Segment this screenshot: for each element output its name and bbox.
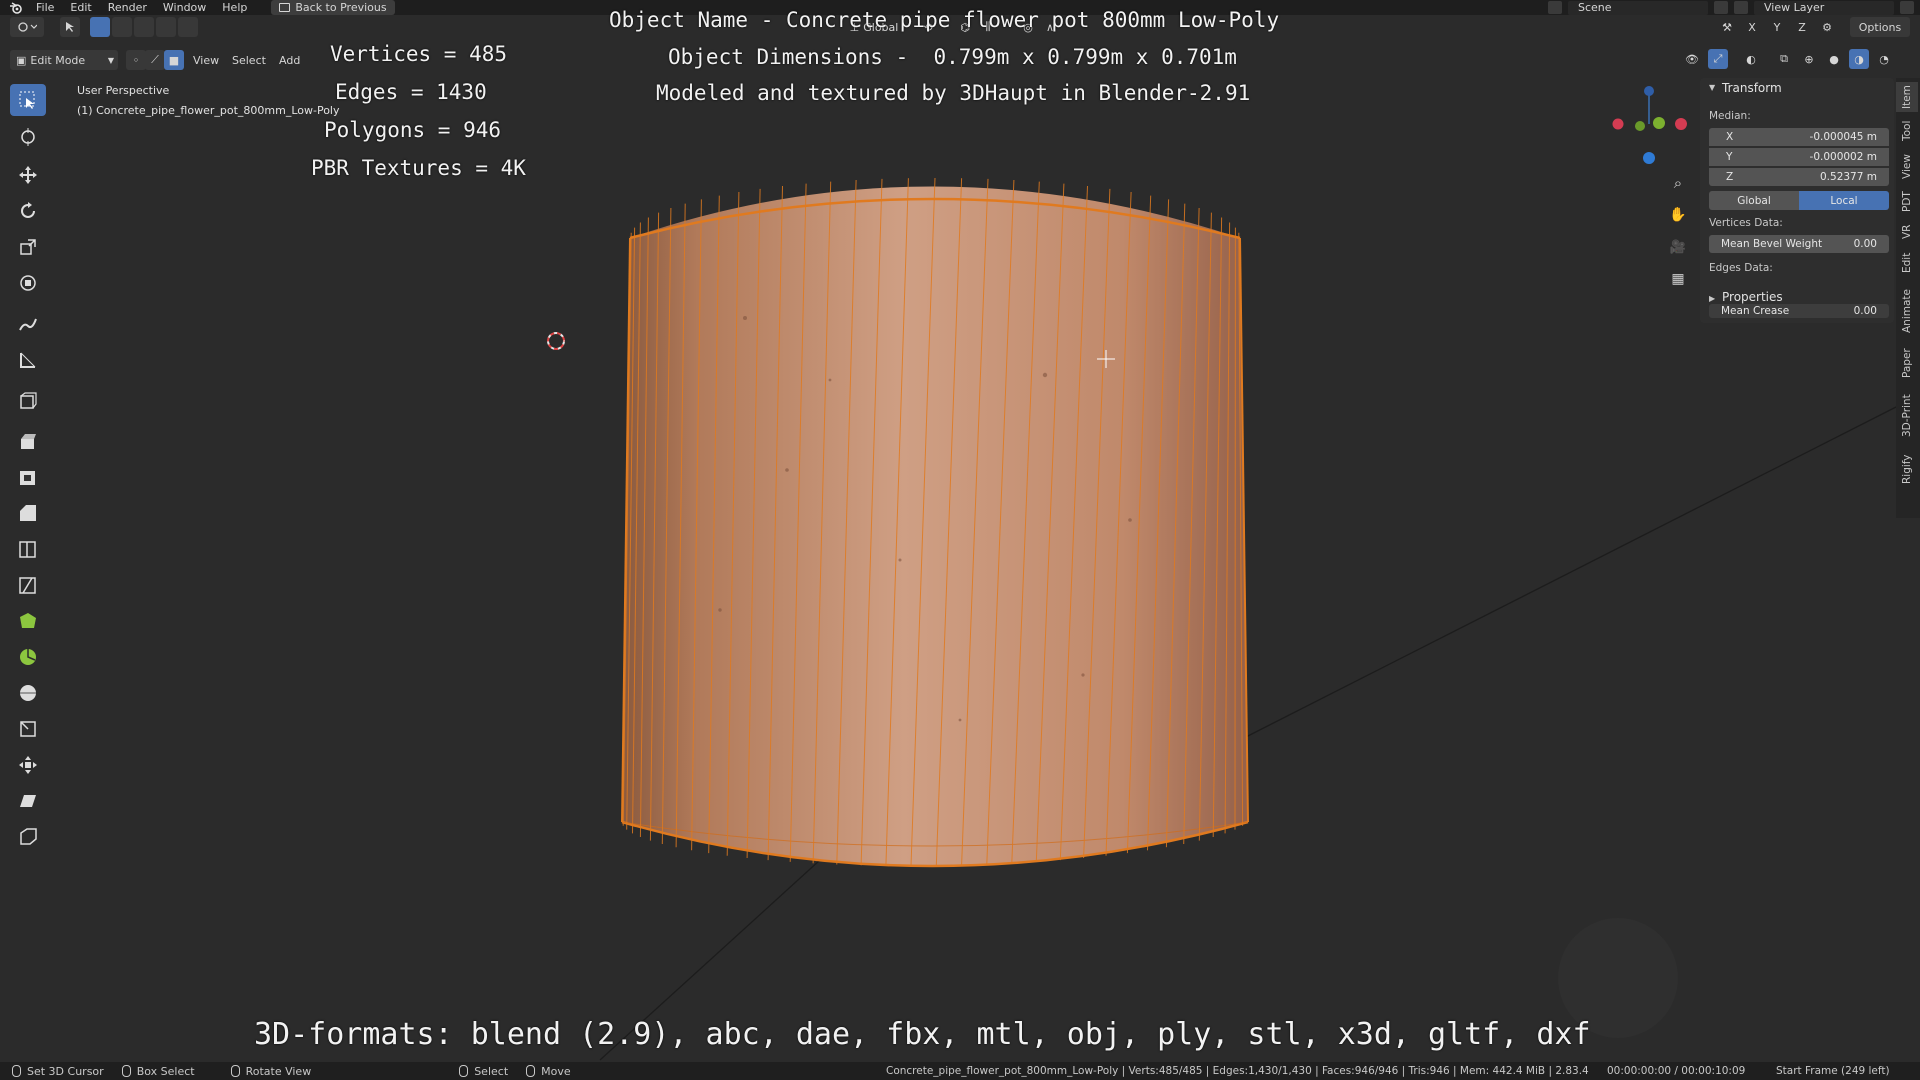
overlay-credit: Modeled and textured by 3DHaupt in Blend… [656, 81, 1251, 105]
status-bar: Set 3D Cursor Box Select Rotate View Sel… [0, 1062, 1920, 1080]
mouse-right-icon [459, 1065, 469, 1077]
rip-region-tool-icon[interactable] [10, 821, 46, 853]
tab-3d-print[interactable]: 3D-Print [1896, 388, 1918, 444]
mean-bevel-weight-label: Mean Bevel Weight [1721, 238, 1823, 250]
annotate-tool-icon[interactable] [10, 308, 46, 340]
vertices-data-label: Vertices Data: [1709, 217, 1783, 229]
status-time: 00:00:00:00 / 00:00:10:09 [1607, 1065, 1746, 1077]
left-toolbar [7, 84, 49, 864]
overlay-vertices: Vertices = 485 [330, 42, 508, 66]
select-box-tool-icon[interactable] [10, 84, 46, 116]
status-move: Move [526, 1065, 571, 1078]
shear-tool-icon[interactable] [10, 785, 46, 817]
tab-edit[interactable]: Edit [1896, 246, 1918, 280]
mean-bevel-weight-value: 0.00 [1853, 238, 1877, 250]
transform-header[interactable]: Transform [1722, 81, 1782, 95]
status-box-select-label: Box Select [136, 1064, 195, 1078]
median-z-value: 0.52377 m [1820, 171, 1877, 183]
loop-cut-tool-icon[interactable] [10, 533, 46, 565]
mean-crease-label: Mean Crease [1721, 305, 1790, 317]
tab-item[interactable]: Item [1896, 82, 1918, 112]
poly-build-tool-icon[interactable] [10, 605, 46, 637]
mouse-middle-icon [230, 1065, 240, 1077]
tab-pdt[interactable]: PDT [1896, 188, 1918, 216]
global-toggle[interactable]: Global [1709, 191, 1799, 210]
measure-tool-icon[interactable] [10, 344, 46, 376]
median-z-label: Z [1726, 171, 1734, 183]
properties-header[interactable]: Properties [1722, 290, 1783, 304]
median-x-label: X [1726, 131, 1734, 143]
active-object-label: (1) Concrete_pipe_flower_pot_800mm_Low-P… [77, 104, 340, 117]
overlay-edges: Edges = 1430 [335, 80, 487, 104]
overlay-textures: PBR Textures = 4K [311, 156, 526, 180]
tab-paper[interactable]: Paper [1896, 342, 1918, 384]
status-select: Select [459, 1065, 508, 1078]
status-select-label: Select [474, 1064, 509, 1078]
sidebar-transform-panel: ▼ Transform Median: X -0.000045 m Y -0.0… [1700, 78, 1894, 323]
bevel-tool-icon[interactable] [10, 497, 46, 529]
median-z-field[interactable]: Z 0.52377 m [1709, 168, 1889, 186]
overlay-object-name: Object Name - Concrete pipe flower pot 8… [609, 8, 1280, 32]
tab-vr[interactable]: VR [1896, 220, 1918, 244]
spin-tool-icon[interactable] [10, 641, 46, 673]
zoom-icon[interactable]: ⌕ [1665, 170, 1691, 196]
mouse-right-drag-icon [526, 1065, 536, 1077]
status-move-label: Move [541, 1064, 571, 1078]
tab-view[interactable]: View [1896, 150, 1918, 184]
cursor-tool-icon[interactable] [10, 121, 46, 153]
grid-axis-line [1239, 404, 1901, 741]
tab-tool[interactable]: Tool [1896, 116, 1918, 146]
status-start-frame: Start Frame (249 left) [1776, 1065, 1890, 1077]
median-y-label: Y [1726, 151, 1733, 163]
pan-hand-icon[interactable]: ✋ [1665, 202, 1691, 228]
tab-animate[interactable]: Animate [1896, 284, 1918, 338]
mouse-drag-icon [121, 1065, 131, 1077]
rotate-tool-icon[interactable] [10, 195, 46, 227]
edge-slide-tool-icon[interactable] [10, 713, 46, 745]
mean-bevel-weight-field[interactable]: Mean Bevel Weight 0.00 [1709, 235, 1889, 253]
status-stats: Concrete_pipe_flower_pot_800mm_Low-Poly … [886, 1065, 1589, 1077]
status-set-cursor-label: Set 3D Cursor [27, 1064, 104, 1078]
status-rotate-view-label: Rotate View [245, 1064, 312, 1078]
shrink-fatten-tool-icon[interactable] [10, 749, 46, 781]
overlay-polygons: Polygons = 946 [324, 118, 502, 142]
extrude-tool-icon[interactable] [10, 425, 46, 457]
transform-collapse-icon[interactable]: ▼ [1709, 83, 1715, 92]
inset-faces-tool-icon[interactable] [10, 461, 46, 493]
median-x-value: -0.000045 m [1809, 131, 1877, 143]
median-x-field[interactable]: X -0.000045 m [1709, 128, 1889, 146]
ortho-grid-icon[interactable]: ▦ [1665, 266, 1691, 292]
median-y-value: -0.000002 m [1809, 151, 1877, 163]
mean-crease-field[interactable]: Mean Crease 0.00 [1709, 304, 1889, 318]
overlay-formats: 3D-formats: blend (2.9), abc, dae, fbx, … [254, 1017, 1591, 1052]
tab-rigify[interactable]: Rigify [1896, 448, 1918, 490]
view-perspective-label: User Perspective [77, 84, 170, 97]
properties-collapse-icon[interactable]: ▶ [1709, 294, 1715, 303]
knife-tool-icon[interactable] [10, 569, 46, 601]
transform-tool-icon[interactable] [10, 267, 46, 299]
move-tool-icon[interactable] [10, 159, 46, 191]
status-set-cursor: Set 3D Cursor [12, 1065, 104, 1078]
edges-data-label: Edges Data: [1709, 262, 1773, 274]
median-label: Median: [1709, 110, 1751, 122]
sidebar-tabs: Item Tool View PDT VR Edit Animate Paper… [1896, 78, 1920, 518]
median-y-field[interactable]: Y -0.000002 m [1709, 148, 1889, 166]
navigation-gizmo[interactable] [1600, 82, 1690, 172]
mean-crease-value: 0.00 [1853, 305, 1877, 317]
concrete-pot-mesh [621, 177, 1249, 868]
local-toggle[interactable]: Local [1799, 191, 1889, 210]
overlay-dimensions: Object Dimensions - 0.799m x 0.799m x 0.… [668, 45, 1237, 69]
scale-tool-icon[interactable] [10, 231, 46, 263]
3d-cursor-icon [547, 332, 565, 350]
mouse-left-icon [12, 1065, 21, 1077]
status-box-select: Box Select [121, 1064, 195, 1078]
status-rotate-view: Rotate View [230, 1064, 312, 1078]
smooth-tool-icon[interactable] [10, 677, 46, 709]
add-cube-tool-icon[interactable] [10, 385, 46, 417]
camera-view-icon[interactable]: 🎥 [1665, 234, 1691, 260]
